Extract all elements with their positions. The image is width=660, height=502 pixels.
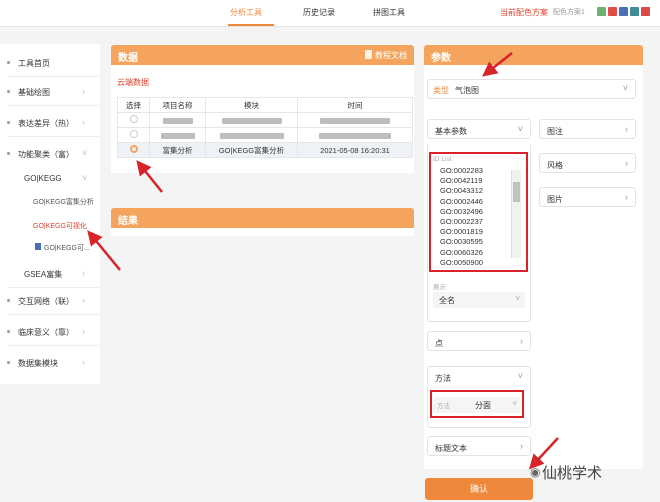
display-label: 展示 [433,284,446,291]
highlight-box-method [430,390,524,418]
confirm-button[interactable]: 确认 [425,478,533,500]
tab-history[interactable]: 历史记录 [303,7,335,18]
table-row[interactable] [117,112,413,128]
top-nav-bar: 分析工具 历史记录 拼图工具 当前配色方案 配色方案1 [0,0,660,27]
result-panel-header: 结果 [111,208,414,228]
bullet-icon [7,121,10,124]
params-panel-header: 参数 [424,45,643,65]
table-header-row: 选择 项目名称 模块 时间 [117,97,413,113]
cell-project: 富集分析 [149,142,206,158]
type-label: 类型 [433,86,449,95]
chevron-right-icon: › [82,357,85,367]
divider [8,287,100,288]
bullet-icon [7,299,10,302]
chevron-right-icon: › [625,158,628,168]
tutorial-doc-link[interactable]: 教程文档 [375,50,407,61]
blurred-text [162,117,193,124]
chevron-down-icon: ˅ [622,83,628,93]
row-radio-selected[interactable] [129,145,138,153]
chevron-down-icon: ˅ [517,371,523,381]
col-select: 选择 [117,97,150,113]
bullet-icon [7,90,10,93]
type-value: 气泡图 [455,86,479,95]
swatch-1[interactable] [597,7,606,16]
color-scheme-current[interactable]: 配色方案1 [553,7,585,17]
chevron-right-icon: › [82,117,85,127]
blurred-text [219,132,284,139]
divider [8,345,100,346]
data-panel-title: 数据 [118,53,138,64]
blurred-text [320,117,390,124]
chevron-down-icon: ˅ [515,294,520,303]
bullet-icon [7,61,10,64]
chevron-right-icon: › [625,192,628,202]
swatch-2[interactable] [608,7,617,16]
result-panel-body [111,228,414,236]
file-icon [35,243,41,250]
divider [8,136,100,137]
style-card[interactable]: 风格 › [539,153,636,173]
watermark-text: 仙桃学术 [542,465,603,482]
doc-icon [365,50,372,59]
chevron-down-icon: ˅ [82,148,88,158]
row-radio[interactable] [129,130,138,138]
chevron-right-icon: › [82,86,85,96]
blurred-text [221,117,282,124]
cloud-data-link[interactable]: 云端数据 [117,77,149,88]
col-project: 项目名称 [149,97,206,113]
chevron-right-icon: › [625,124,628,134]
color-scheme-label: 当前配色方案 [500,8,548,17]
legend-card[interactable]: 图注 › [539,119,636,139]
chevron-right-icon: › [82,295,85,305]
chevron-right-icon: › [520,441,523,451]
chevron-right-icon: › [82,326,85,336]
cell-time: 2021-05-08 16:20:31 [297,142,413,158]
basic-params-toggle[interactable]: 基本参数 ˅ [427,119,531,139]
title-text-card[interactable]: 标题文本 › [427,436,531,456]
swatch-5[interactable] [641,7,650,16]
params-panel-title: 参数 [431,53,451,64]
cell-module: GO|KEGG富集分析 [205,142,298,158]
swatch-4[interactable] [630,7,639,16]
bullet-icon [7,152,10,155]
row-radio[interactable] [129,115,138,123]
sidebar: 工具首页 基础绘图 › 表达差异（热） › 功能聚类（富） ˅ GO|KEGG ˅ GO… [0,44,100,384]
col-module: 模块 [205,97,298,113]
blurred-text [319,132,391,139]
chevron-right-icon: › [82,268,85,278]
display-select[interactable]: 全名 ˅ [433,292,525,308]
bullet-icon [7,330,10,333]
chevron-down-icon: ˅ [82,173,88,183]
type-select[interactable]: 类型 气泡图 ˅ [427,79,636,99]
data-panel-header: 数据 教程文档 [111,45,414,65]
project-table: 选择 项目名称 模块 时间 富集分析 GO|KEGG富集分析 2021-05-0… [117,97,413,158]
tab-analysis-tools[interactable]: 分析工具 [230,7,262,18]
wechat-icon: ◉ [530,465,541,479]
bullet-icon [7,361,10,364]
divider [8,105,100,106]
image-card[interactable]: 图片 › [539,187,636,207]
chevron-down-icon: ˅ [517,124,523,134]
point-card[interactable]: 点 › [427,331,531,351]
divider [8,76,100,77]
col-time: 时间 [297,97,413,113]
active-tab-indicator [228,24,274,26]
result-panel-title: 结果 [118,216,138,227]
divider [8,314,100,315]
table-row-selected[interactable]: 富集分析 GO|KEGG富集分析 2021-05-08 16:20:31 [117,142,413,158]
table-row[interactable] [117,127,413,143]
swatch-3[interactable] [619,7,628,16]
blurred-text [160,132,195,139]
tab-puzzle-tool[interactable]: 拼图工具 [373,7,405,18]
chevron-right-icon: › [520,336,523,346]
highlight-box-idlist [429,152,528,272]
